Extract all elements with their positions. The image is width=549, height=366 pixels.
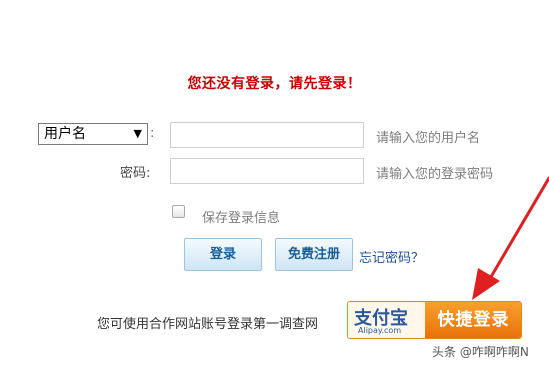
watermark-text: 头条 @咋啊咋啊N xyxy=(432,345,529,359)
red-arrow-icon xyxy=(472,176,549,300)
